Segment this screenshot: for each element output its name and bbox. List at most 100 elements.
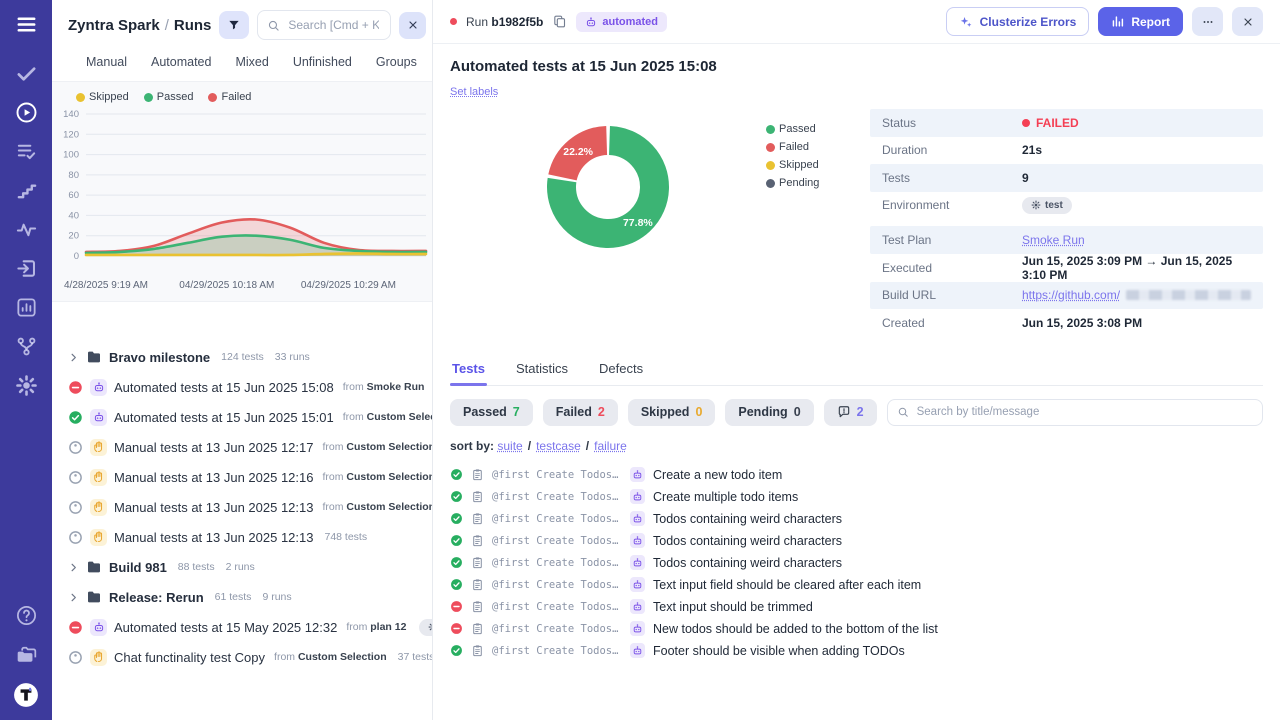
- passed-status-icon: [68, 410, 83, 425]
- donut-legend-item-passed[interactable]: Passed: [766, 123, 870, 135]
- donut-legend-item-failed[interactable]: Failed: [766, 141, 870, 153]
- legend-item-failed[interactable]: Failed: [208, 91, 251, 103]
- runs-tab-automated[interactable]: Automated: [151, 51, 211, 73]
- set-labels-link[interactable]: Set labels: [450, 86, 498, 98]
- run-name: Manual tests at 13 Jun 2025 12:16: [114, 470, 313, 485]
- legend-dot: [208, 93, 217, 102]
- test-row[interactable]: @first Create Todos…Todos containing wei…: [450, 552, 1263, 574]
- results-donut-wrap: 77.8%22.2%: [450, 109, 766, 337]
- runs-tab-mixed[interactable]: Mixed: [235, 51, 268, 73]
- test-name: Create a new todo item: [653, 468, 782, 482]
- automated-badge[interactable]: automated: [576, 12, 667, 32]
- folder-row[interactable]: Release: Rerun61 tests9 runs: [68, 582, 432, 612]
- robot-icon: [630, 467, 645, 482]
- legend-dot: [766, 161, 775, 170]
- runs-search-input[interactable]: [286, 17, 381, 33]
- chevron-right-icon[interactable]: [68, 352, 79, 363]
- collapse-panel-button[interactable]: [399, 12, 426, 39]
- run-row[interactable]: Automated tests at 15 Jun 2025 15:08from…: [68, 372, 432, 402]
- tests-nav-button[interactable]: [15, 62, 38, 85]
- folder-name: Release: Rerun: [109, 590, 204, 605]
- close-run-button[interactable]: [1232, 7, 1263, 36]
- manual-status-icon: [68, 470, 83, 485]
- donut-legend: Passed Failed Skipped Pending: [766, 109, 870, 337]
- copy-run-id-button[interactable]: [552, 14, 567, 29]
- svg-text:40: 40: [68, 210, 79, 221]
- run-row[interactable]: Manual tests at 13 Jun 2025 12:13from Cu…: [68, 492, 432, 522]
- runs-panel-header: Zyntra Spark/Runs: [52, 0, 432, 47]
- test-plan-link[interactable]: Smoke Run: [1022, 233, 1085, 247]
- test-filters: Passed 7 Failed 2 Skipped 0 Pending 0 2: [450, 399, 1263, 426]
- clusterize-errors-button[interactable]: Clusterize Errors: [946, 7, 1090, 36]
- tests-search-input[interactable]: [915, 405, 1253, 419]
- test-row[interactable]: @first Create Todos…Text input field sho…: [450, 574, 1263, 596]
- run-row[interactable]: Manual tests at 13 Jun 2025 12:13748 tes…: [68, 522, 432, 552]
- sort-separator: /: [586, 439, 589, 453]
- comments-pill[interactable]: 2: [824, 399, 877, 426]
- detail-row-duration: Duration21s: [870, 137, 1263, 165]
- test-row[interactable]: @first Create Todos…Create a new todo it…: [450, 464, 1263, 486]
- tab-tests[interactable]: Tests: [450, 356, 487, 385]
- branches-nav-button[interactable]: [15, 335, 38, 358]
- donut-legend-item-pending[interactable]: Pending: [766, 177, 870, 189]
- environment-badge: test: [1022, 197, 1072, 214]
- run-row[interactable]: Automated tests at 15 May 2025 12:32from…: [68, 612, 432, 642]
- steps-nav-button[interactable]: [15, 179, 38, 202]
- clipboard-icon: [471, 490, 484, 503]
- test-row[interactable]: @first Create Todos…Create multiple todo…: [450, 486, 1263, 508]
- run-row[interactable]: Manual tests at 13 Jun 2025 12:16from Cu…: [68, 462, 432, 492]
- test-row[interactable]: @first Create Todos…Text input should be…: [450, 596, 1263, 618]
- hand-icon: [90, 499, 107, 516]
- projects-nav-button[interactable]: [15, 643, 38, 666]
- tab-defects[interactable]: Defects: [597, 356, 645, 385]
- folder-row[interactable]: Bravo milestone124 tests33 runs: [68, 342, 432, 372]
- test-row[interactable]: @first Create Todos…Footer should be vis…: [450, 640, 1263, 662]
- filter-pill-skipped[interactable]: Skipped 0: [628, 399, 716, 426]
- robot-icon: [630, 489, 645, 504]
- legend-dot: [76, 93, 85, 102]
- reports-nav-button[interactable]: [15, 296, 38, 319]
- report-button[interactable]: Report: [1098, 7, 1183, 36]
- sort-by-testcase[interactable]: testcase: [536, 439, 581, 453]
- chevron-right-icon[interactable]: [68, 592, 79, 603]
- sort-by-failure[interactable]: failure: [594, 439, 627, 453]
- test-row[interactable]: @first Create Todos…Todos containing wei…: [450, 530, 1263, 552]
- filter-button[interactable]: [219, 11, 249, 39]
- help-nav-button[interactable]: [15, 604, 38, 627]
- filter-pill-pending[interactable]: Pending 0: [725, 399, 813, 426]
- runs-nav-button[interactable]: [15, 101, 38, 124]
- folder-name: Build 981: [109, 560, 167, 575]
- passed-status-icon: [450, 512, 463, 525]
- tab-statistics[interactable]: Statistics: [514, 356, 570, 385]
- build-url-link[interactable]: https://github.com/: [1022, 288, 1120, 302]
- donut-legend-item-skipped[interactable]: Skipped: [766, 159, 870, 171]
- runs-tab-unfinished[interactable]: Unfinished: [293, 51, 352, 73]
- legend-item-passed[interactable]: Passed: [144, 91, 194, 103]
- breadcrumb-project[interactable]: Zyntra Spark: [68, 17, 160, 34]
- chevron-right-icon[interactable]: [68, 562, 79, 573]
- test-row[interactable]: @first Create Todos…Todos containing wei…: [450, 508, 1263, 530]
- run-source: from Custom Selection: [322, 501, 432, 513]
- more-button[interactable]: [1192, 7, 1223, 36]
- runs-tab-groups[interactable]: Groups: [376, 51, 417, 73]
- run-row[interactable]: Chat functinality test Copyfrom Custom S…: [68, 642, 432, 672]
- settings-nav-button[interactable]: [15, 374, 38, 397]
- folder-row[interactable]: Build 98188 tests2 runs: [68, 552, 432, 582]
- run-row[interactable]: Automated tests at 15 Jun 2025 15:01from…: [68, 402, 432, 432]
- run-row[interactable]: Manual tests at 13 Jun 2025 12:17from Cu…: [68, 432, 432, 462]
- menu-nav-button[interactable]: [15, 13, 38, 36]
- sort-by-suite[interactable]: suite: [497, 439, 522, 453]
- manual-status-icon: [68, 650, 83, 665]
- robot-icon: [630, 577, 645, 592]
- test-plans-nav-button[interactable]: [15, 140, 38, 163]
- runs-tab-manual[interactable]: Manual: [86, 51, 127, 73]
- analytics-nav-button[interactable]: [15, 218, 38, 241]
- import-nav-button[interactable]: [15, 257, 38, 280]
- test-row[interactable]: @first Create Todos…New todos should be …: [450, 618, 1263, 640]
- filter-pill-passed[interactable]: Passed 7: [450, 399, 533, 426]
- run-detail-body: Automated tests at 15 Jun 2025 15:08 Set…: [433, 44, 1280, 720]
- logo-nav-button[interactable]: [13, 682, 39, 708]
- legend-item-skipped[interactable]: Skipped: [76, 91, 129, 103]
- sort-label: sort by:: [450, 439, 494, 453]
- filter-pill-failed[interactable]: Failed 2: [543, 399, 618, 426]
